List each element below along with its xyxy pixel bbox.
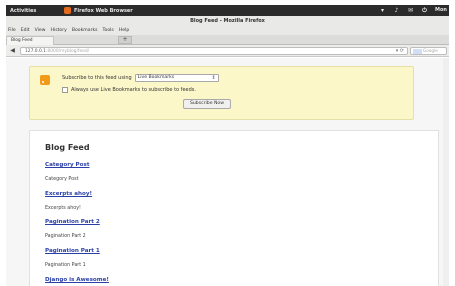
feed-subscribe-panel: Subscribe to this feed using Live Bookma… (29, 66, 414, 120)
navigation-bar: ◀ 127.0.0.1:8000/myblog/feed/ ▾ ⟳ Google (6, 45, 449, 57)
system-tray: ▾ ♪ ✉ ⏻ Mon (379, 7, 447, 14)
vertical-scrollbar[interactable] (443, 58, 449, 286)
feed-title: Blog Feed (45, 143, 90, 152)
search-input[interactable]: Google (410, 47, 447, 55)
page-content: Subscribe to this feed using Live Bookma… (6, 58, 449, 286)
feed-body: Blog Feed Category Post Category Post Ex… (29, 130, 439, 286)
menu-history[interactable]: History (51, 26, 67, 35)
search-engine-icon[interactable] (413, 48, 422, 54)
entry-link[interactable]: Pagination Part 2 (45, 219, 100, 225)
reload-icon[interactable]: ▾ ⟳ (396, 48, 404, 54)
menu-help[interactable]: Help (119, 26, 129, 35)
entry-summary: Pagination Part 1 (45, 263, 86, 268)
entry-link[interactable]: Django is Awesome! (45, 277, 109, 283)
clock-day[interactable]: Mon (435, 7, 447, 14)
power-icon[interactable]: ⏻ (421, 7, 428, 14)
always-use-checkbox[interactable] (62, 87, 68, 93)
rss-feed-icon (40, 75, 50, 85)
always-use-label: Always use Live Bookmarks to subscribe t… (71, 87, 196, 93)
tab-blog-feed[interactable]: Blog Feed (6, 36, 54, 45)
entry-summary: Pagination Part 2 (45, 234, 86, 239)
app-menu[interactable]: Firefox Web Browser (74, 8, 133, 14)
window-titlebar: Blog Feed - Mozilla Firefox (6, 16, 449, 26)
chat-icon[interactable]: ✉ (407, 7, 414, 14)
menu-view[interactable]: View (35, 26, 46, 35)
menu-file[interactable]: File (8, 26, 16, 35)
entry-link[interactable]: Pagination Part 1 (45, 248, 100, 254)
entry-summary: Category Post (45, 177, 79, 182)
firefox-icon (64, 7, 71, 14)
entry-summary: Excerpts ahoy! (45, 206, 81, 211)
entry-link[interactable]: Excerpts ahoy! (45, 191, 92, 197)
feed-reader-select[interactable]: Live Bookmarks ⇕ (134, 74, 219, 82)
subscribe-label: Subscribe to this feed using (62, 75, 132, 81)
subscribe-row: Subscribe to this feed using Live Bookma… (62, 74, 219, 82)
window-title: Blog Feed - Mozilla Firefox (190, 18, 265, 24)
url-path: :8000/myblog/feed/ (45, 49, 90, 54)
reader-selected-value: Live Bookmarks (137, 75, 175, 80)
tab-label: Blog Feed (11, 38, 33, 43)
activities-button[interactable]: Activities (10, 8, 36, 14)
back-arrow-icon[interactable]: ◀ (8, 47, 17, 55)
volume-icon[interactable]: ♪ (393, 7, 400, 14)
chevron-down-icon: ⇕ (211, 75, 216, 81)
entry-link[interactable]: Category Post (45, 162, 90, 168)
menu-bookmarks[interactable]: Bookmarks (72, 26, 98, 35)
always-use-row: Always use Live Bookmarks to subscribe t… (62, 87, 196, 93)
menu-tools[interactable]: Tools (103, 26, 114, 35)
network-icon[interactable]: ▾ (379, 7, 386, 14)
menu-edit[interactable]: Edit (21, 26, 30, 35)
menu-bar: File Edit View History Bookmarks Tools H… (6, 26, 449, 35)
url-host: 127.0.0.1 (25, 49, 46, 54)
url-text: 127.0.0.1:8000/myblog/feed/ (25, 49, 89, 54)
url-bar[interactable]: 127.0.0.1:8000/myblog/feed/ ▾ ⟳ (20, 47, 408, 55)
subscribe-now-button[interactable]: Subscribe Now (183, 99, 231, 109)
top-panel: Activities Firefox Web Browser ▾ ♪ ✉ ⏻ M… (6, 5, 449, 16)
tab-strip: Blog Feed + (6, 35, 449, 45)
new-tab-button[interactable]: + (118, 36, 132, 44)
search-placeholder: Google (423, 48, 438, 53)
